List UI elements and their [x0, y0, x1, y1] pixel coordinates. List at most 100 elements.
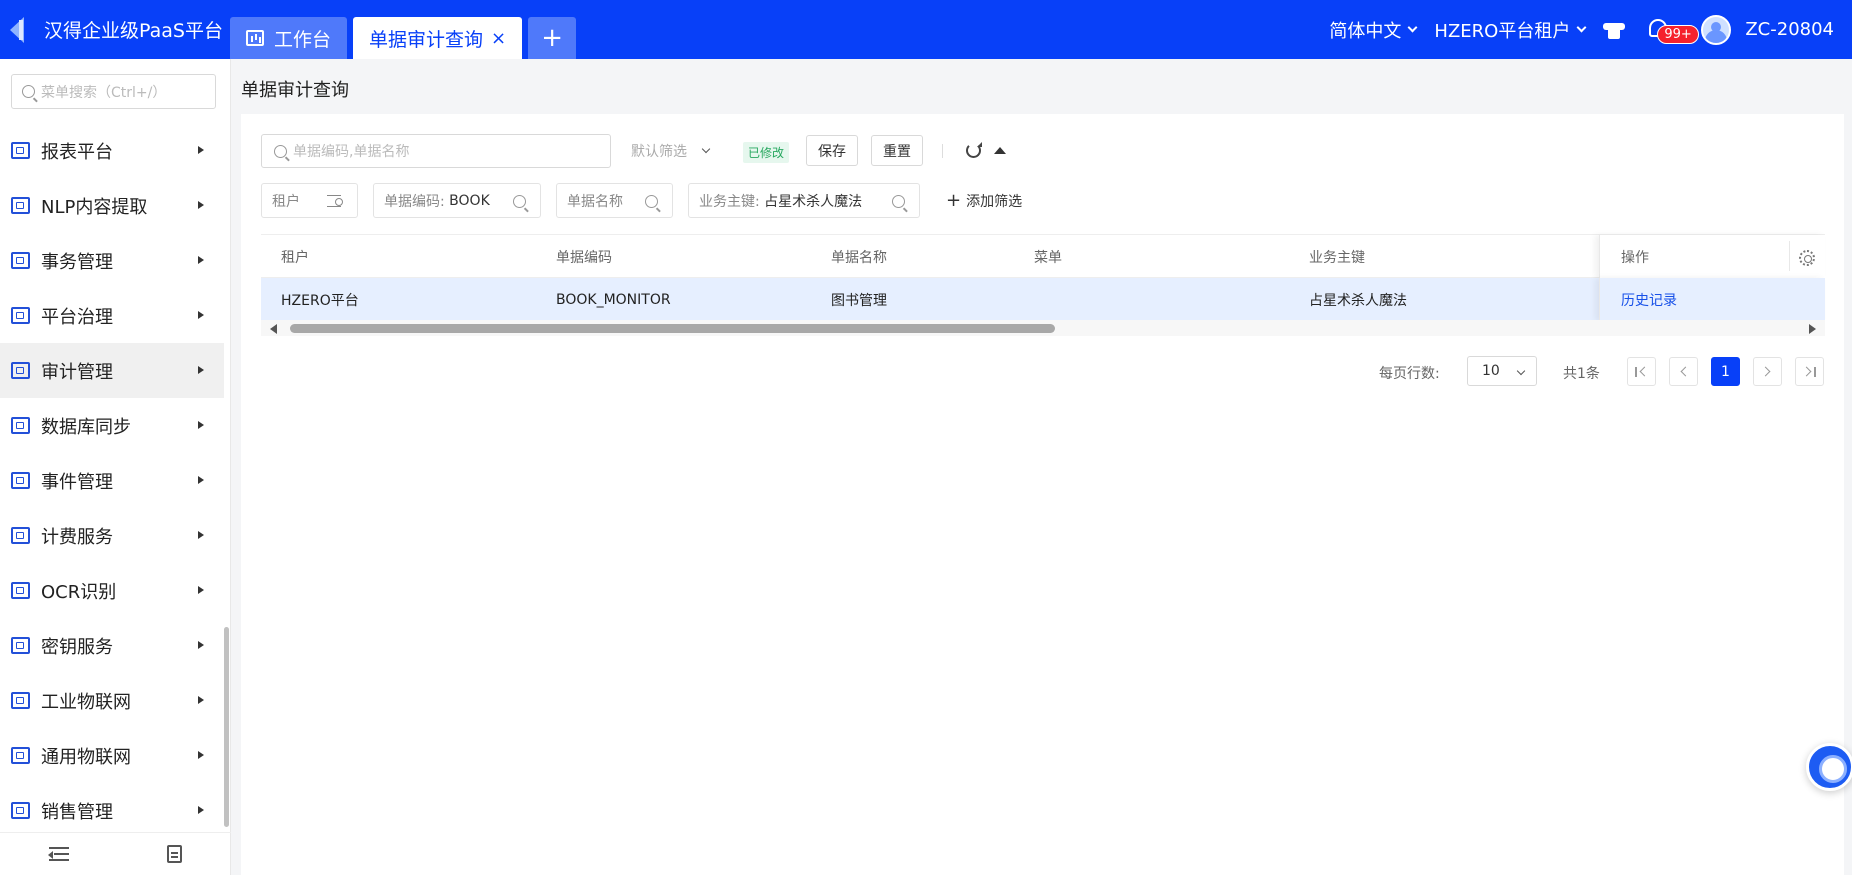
header-divider [1789, 241, 1790, 271]
nlp-icon [11, 197, 30, 214]
tenant-filter-field[interactable]: 租户 [261, 183, 358, 218]
name-filter-field[interactable]: 单据名称 [556, 183, 673, 218]
last-page-button[interactable] [1795, 357, 1824, 386]
column-header-tenant[interactable]: 租户 [281, 235, 309, 278]
user-menu[interactable]: ZC-20804 [1745, 19, 1834, 40]
sidebar-scrollbar[interactable] [224, 627, 229, 827]
tab-workbench[interactable]: 工作台 [230, 17, 348, 59]
language-select[interactable]: 简体中文 [1329, 17, 1418, 43]
audit-icon [11, 362, 30, 379]
sidebar-item-transaction[interactable]: 事务管理 [0, 233, 224, 288]
horizontal-scrollbar[interactable] [261, 320, 1825, 336]
sidebar-item-report-platform[interactable]: 报表平台 [0, 123, 224, 178]
sidebar-item-event[interactable]: 事件管理 [0, 453, 224, 508]
sidebar-item-label: 事件管理 [41, 471, 113, 493]
collapse-menu-icon[interactable] [48, 847, 69, 861]
sidebar-item-label: 通用物联网 [41, 746, 131, 768]
logo-icon [10, 16, 32, 43]
sidebar-item-industrial-iot[interactable]: 工业物联网 [0, 673, 224, 728]
gear-icon[interactable] [1799, 250, 1815, 266]
sidebar-item-billing[interactable]: 计费服务 [0, 508, 224, 563]
sidebar-item-label: 计费服务 [41, 526, 113, 548]
close-icon[interactable]: × [491, 28, 506, 49]
lookup-icon[interactable] [327, 195, 343, 207]
history-link[interactable]: 历史记录 [1621, 278, 1677, 321]
cell-business-key: 占星术杀人魔法 [1309, 292, 1407, 309]
document-icon[interactable] [167, 845, 182, 863]
column-header-name[interactable]: 单据名称 [831, 235, 887, 278]
collapse-up-icon[interactable] [994, 147, 1006, 154]
caret-right-icon [198, 146, 204, 154]
sidebar-item-label: OCR识别 [41, 581, 117, 603]
pagination: 每页行数: 10 共1条 1 [241, 355, 1826, 387]
audit-table: 租户 单据编码 单据名称 菜单 业务主键 操作 HZERO平台 BOOK_MON… [261, 234, 1825, 321]
default-filter-select[interactable]: 默认筛选 [631, 141, 711, 161]
column-header-menu[interactable]: 菜单 [1034, 235, 1062, 278]
next-page-button[interactable] [1753, 357, 1782, 386]
caret-right-icon [198, 806, 204, 814]
scroll-right-icon[interactable] [1809, 324, 1816, 334]
caret-right-icon [198, 696, 204, 704]
tab-bar: 工作台 单据审计查询 × + [230, 0, 582, 59]
logo[interactable]: 汉得企业级PaaS平台 [0, 16, 230, 43]
table-row[interactable]: HZERO平台 BOOK_MONITOR 图书管理 占星术杀人魔法 历史记录 [261, 278, 1825, 321]
logo-text: 汉得企业级PaaS平台 [44, 20, 223, 42]
code-filter-value: BOOK [449, 192, 490, 209]
sidebar-item-db-sync[interactable]: 数据库同步 [0, 398, 224, 453]
sidebar-item-label: 事务管理 [41, 251, 113, 273]
scrollbar-thumb[interactable] [290, 324, 1055, 333]
sidebar-item-ocr[interactable]: OCR识别 [0, 563, 224, 618]
page-size-value: 10 [1482, 363, 1500, 379]
page-size-label: 每页行数: [1379, 366, 1440, 382]
page-size-select[interactable]: 10 [1467, 356, 1537, 386]
sidebar-item-general-iot[interactable]: 通用物联网 [0, 728, 224, 783]
chevron-down-icon [701, 144, 711, 154]
sidebar-item-sales[interactable]: 销售管理 [0, 783, 224, 838]
page-button-current[interactable]: 1 [1711, 357, 1740, 386]
avatar[interactable] [1701, 14, 1732, 45]
sidebar-item-nlp[interactable]: NLP内容提取 [0, 178, 224, 233]
theme-shirt-icon[interactable] [1603, 19, 1626, 41]
notification-button[interactable]: 99+ [1647, 15, 1699, 45]
column-header-code[interactable]: 单据编码 [556, 235, 612, 278]
menu-search-input[interactable]: 菜单搜索（Ctrl+/） [11, 74, 216, 109]
first-page-button[interactable] [1627, 357, 1656, 386]
header-actions: 简体中文 HZERO平台租户 99+ ZC-20804 [1329, 0, 1852, 59]
keyword-search-input[interactable]: 单据编码,单据名称 [261, 134, 611, 168]
assistant-chat-button[interactable] [1806, 743, 1852, 791]
name-filter-label: 单据名称 [567, 193, 623, 210]
caret-right-icon [198, 311, 204, 319]
save-filter-button[interactable]: 保存 [806, 135, 858, 166]
scroll-left-icon[interactable] [270, 324, 277, 334]
sidebar-item-governance[interactable]: 平台治理 [0, 288, 224, 343]
code-filter-field[interactable]: 单据编码: BOOK [373, 183, 541, 218]
sidebar-item-audit[interactable]: 审计管理 [0, 343, 224, 398]
caret-right-icon [198, 256, 204, 264]
tenant-select[interactable]: HZERO平台租户 [1434, 17, 1587, 43]
transaction-icon [11, 252, 30, 269]
sidebar-item-label: 密钥服务 [41, 636, 113, 658]
menu-search-placeholder: 菜单搜索（Ctrl+/） [41, 84, 167, 101]
add-tab-button[interactable]: + [528, 17, 577, 59]
key-icon [11, 637, 30, 654]
reset-filter-button[interactable]: 重置 [871, 135, 923, 166]
caret-right-icon [198, 201, 204, 209]
search-icon [22, 85, 35, 98]
business-key-filter-field[interactable]: 业务主键: 占星术杀人魔法 [688, 183, 920, 218]
code-window-icon [11, 747, 30, 764]
sidebar-item-label: NLP内容提取 [41, 196, 148, 218]
search-icon [513, 195, 526, 208]
dashboard-icon [246, 30, 264, 46]
code-filter-label: 单据编码: [384, 193, 445, 210]
sidebar-item-key-service[interactable]: 密钥服务 [0, 618, 224, 673]
tenant-filter-label: 租户 [272, 193, 300, 210]
total-count: 共1条 [1563, 366, 1600, 382]
refresh-icon[interactable] [966, 142, 982, 158]
column-header-business-key[interactable]: 业务主键 [1309, 235, 1365, 278]
tab-audit-query[interactable]: 单据审计查询 × [353, 17, 523, 59]
first-page-icon [1635, 366, 1637, 377]
key-filter-value: 占星术杀人魔法 [764, 193, 863, 210]
add-filter-button[interactable]: + 添加筛选 [946, 191, 1022, 211]
prev-page-button[interactable] [1669, 357, 1698, 386]
menu-list: 报表平台 NLP内容提取 事务管理 平台治理 审计管理 数据库同步 事件管理 计… [0, 123, 224, 838]
